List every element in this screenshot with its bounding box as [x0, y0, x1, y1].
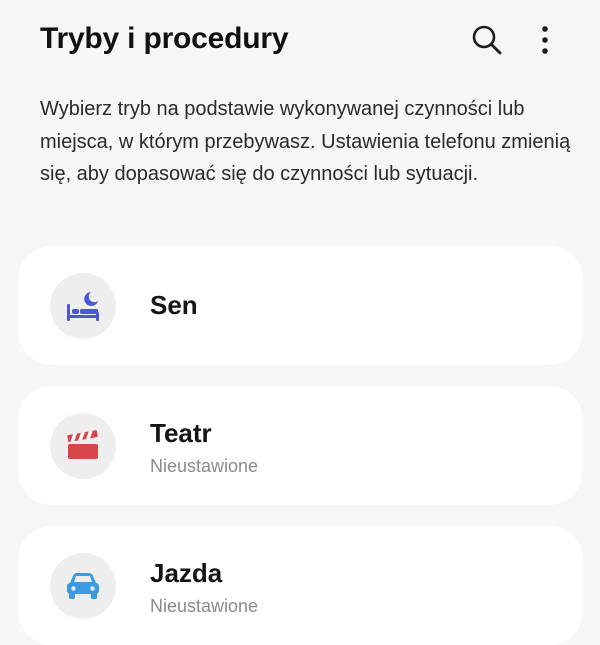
- car-icon: [67, 573, 99, 599]
- more-options-button[interactable]: [523, 18, 567, 62]
- mode-status: Nieustawione: [150, 596, 259, 616]
- mode-card-driving[interactable]: Jazda Nieustawione: [18, 526, 583, 645]
- mode-icon-circle: [50, 273, 116, 339]
- mode-title: Teatr: [150, 418, 212, 448]
- mode-card-theater[interactable]: Teatr Nieustawione: [18, 386, 583, 505]
- description-text: Wybierz tryb na podstawie wykonywanej cz…: [40, 98, 571, 185]
- mode-icon-circle: [50, 553, 116, 619]
- mode-status: Nieustawione: [150, 456, 259, 476]
- app-header: Tryby i procedury: [0, 0, 600, 80]
- mode-card-sleep[interactable]: Sen: [18, 246, 583, 365]
- mode-icon-circle: [50, 413, 116, 479]
- clapperboard-icon: [67, 430, 98, 459]
- mode-title: Sen: [150, 290, 198, 320]
- page-title: Tryby i procedury: [40, 22, 289, 55]
- mode-title: Jazda: [150, 558, 223, 588]
- search-button[interactable]: [465, 18, 509, 62]
- bed-moon-icon: [67, 292, 99, 321]
- more-vertical-icon: [542, 26, 548, 54]
- search-icon: [472, 25, 502, 55]
